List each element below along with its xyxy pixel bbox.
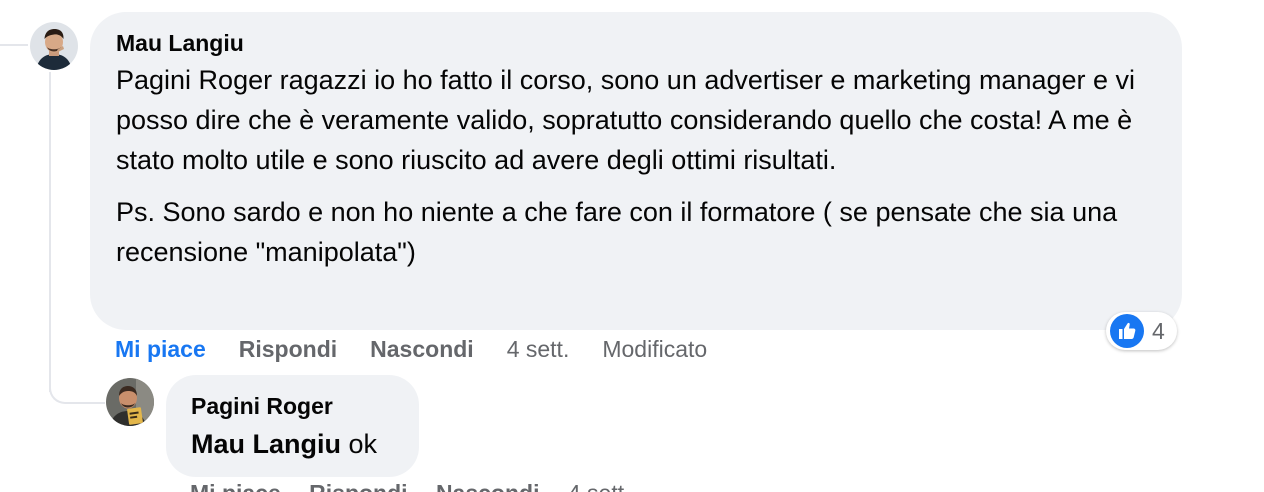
reactions-summary[interactable]: 4 [1106, 312, 1177, 350]
reply-text: Mau Langiu ok [191, 425, 395, 463]
comment-paragraph-2: Ps. Sono sardo e non ho niente a che far… [116, 197, 1118, 267]
thread-connector-curve [49, 362, 105, 404]
hide-button[interactable]: Nascondi [370, 336, 474, 363]
reply-bubble: Pagini Roger Mau Langiu ok [166, 375, 419, 477]
like-icon [1110, 314, 1144, 348]
comment-paragraph-1: Pagini Roger ragazzi io ho fatto il cors… [116, 65, 1136, 175]
avatar-pagini-roger[interactable] [106, 378, 154, 426]
avatar-mau-langiu[interactable] [30, 22, 78, 70]
edited-label[interactable]: Modificato [602, 336, 707, 363]
comment-bubble: Mau Langiu Pagini Roger ragazzi io ho fa… [90, 12, 1182, 330]
reply-author[interactable]: Pagini Roger [191, 391, 395, 421]
comment-actions: Mi piace Rispondi Nascondi 4 sett. Modif… [115, 333, 707, 365]
comment-author[interactable]: Mau Langiu [116, 28, 1156, 58]
reply-reply-button[interactable]: Rispondi [309, 480, 407, 492]
like-button[interactable]: Mi piace [115, 336, 206, 363]
reply-hide-button[interactable]: Nascondi [436, 480, 540, 492]
thread-connector-top [0, 44, 28, 46]
reply-actions: Mi piace Rispondi Nascondi 4 sett. [190, 480, 653, 492]
reply-text-body: ok [341, 429, 378, 459]
reply-timestamp[interactable]: 4 sett. [568, 480, 631, 492]
reply-like-button[interactable]: Mi piace [190, 480, 281, 492]
comment-thread: Mau Langiu Pagini Roger ragazzi io ho fa… [0, 0, 1264, 492]
reply-button[interactable]: Rispondi [239, 336, 337, 363]
reaction-count: 4 [1152, 317, 1165, 344]
mention-link[interactable]: Mau Langiu [191, 429, 341, 459]
thread-connector-line [49, 72, 51, 392]
comment-timestamp[interactable]: 4 sett. [507, 336, 570, 363]
